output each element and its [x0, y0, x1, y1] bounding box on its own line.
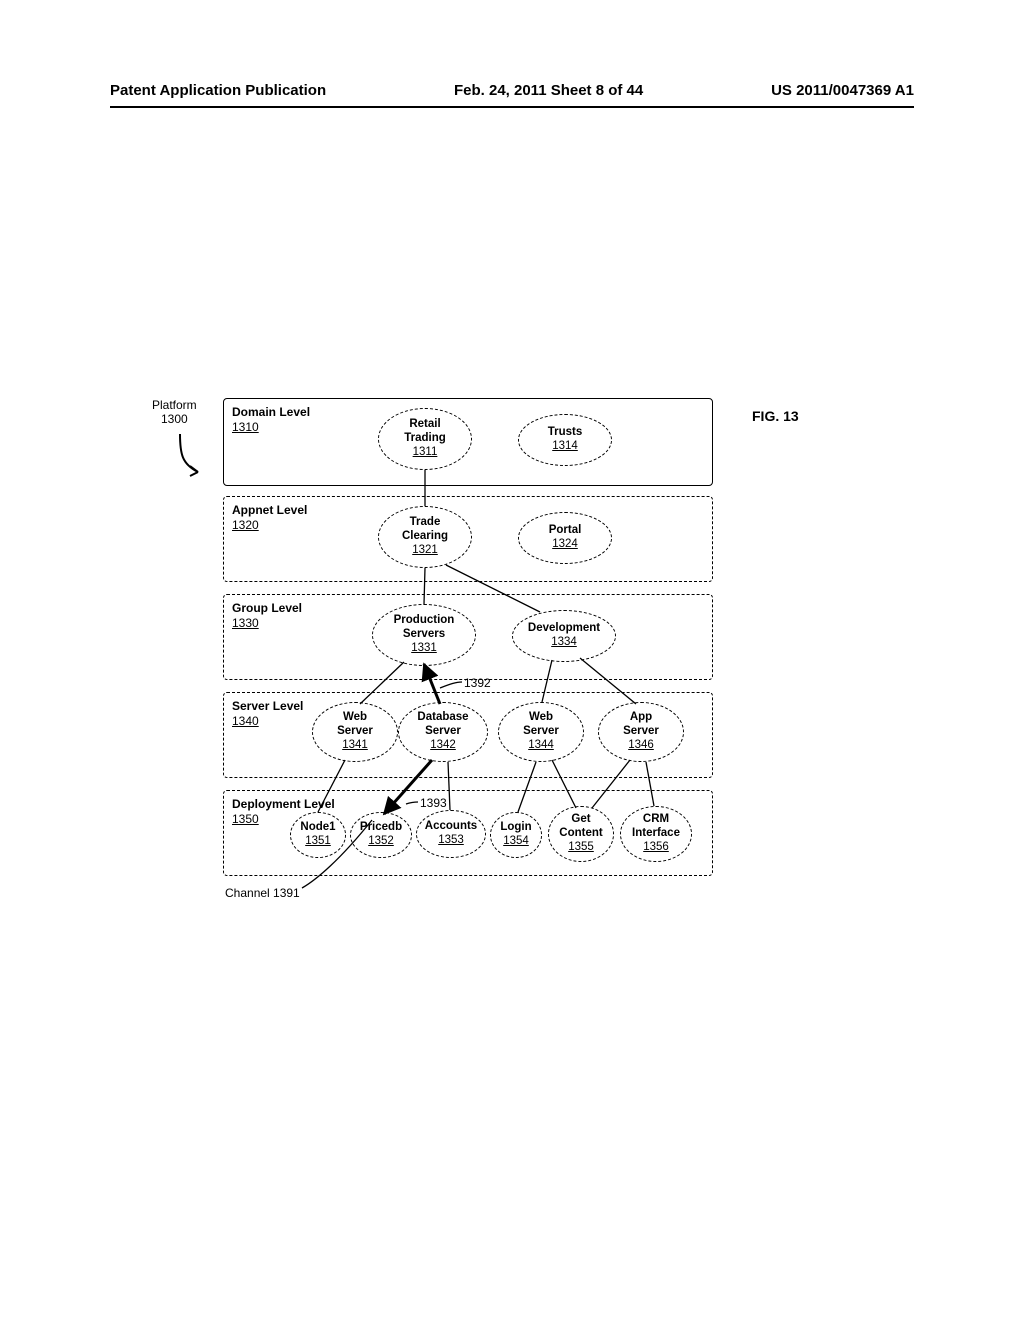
group-level-title: Group Level 1330: [232, 601, 302, 631]
node-label: Database: [417, 711, 468, 725]
platform-text: Platform: [152, 398, 197, 412]
node-trusts: Trusts 1314: [518, 414, 612, 466]
node-web-server-2: Web Server 1344: [498, 702, 584, 762]
figure-label: FIG. 13: [752, 408, 799, 424]
node-label: Node1: [300, 821, 335, 835]
header-rule: [110, 106, 914, 108]
node-label: Clearing: [402, 530, 448, 544]
node-num: 1354: [503, 835, 529, 849]
node-label: Accounts: [425, 820, 477, 834]
node-num: 1334: [551, 636, 577, 650]
domain-level-num: 1310: [232, 420, 259, 434]
node-label: Production: [394, 614, 455, 628]
node-pricedb: Pricedb 1352: [350, 812, 412, 858]
node-label: CRM: [643, 813, 669, 827]
node-num: 1355: [568, 841, 594, 855]
server-level-num: 1340: [232, 714, 259, 728]
node-label: Web: [529, 711, 553, 725]
channel-1391-label: Channel 1391: [225, 886, 300, 900]
domain-level-name: Domain Level: [232, 405, 310, 419]
group-level-num: 1330: [232, 616, 259, 630]
node-label: Server: [425, 725, 461, 739]
node-label: Server: [337, 725, 373, 739]
node-retail-trading: Retail Trading 1311: [378, 408, 472, 470]
header-center: Feb. 24, 2011 Sheet 8 of 44: [454, 82, 643, 99]
node-development: Development 1334: [512, 610, 616, 662]
node-label: Servers: [403, 628, 445, 642]
appnet-level-title: Appnet Level 1320: [232, 503, 307, 533]
appnet-level-name: Appnet Level: [232, 503, 307, 517]
node-label: Portal: [549, 524, 582, 538]
node-num: 1356: [643, 841, 669, 855]
node-label: Pricedb: [360, 821, 402, 835]
node-num: 1352: [368, 835, 394, 849]
node-trade-clearing: Trade Clearing 1321: [378, 506, 472, 568]
node-label: Development: [528, 622, 600, 636]
header-right: US 2011/0047369 A1: [771, 82, 914, 99]
node-database-server: Database Server 1342: [398, 702, 488, 762]
node-label: Retail: [409, 418, 440, 432]
node-num: 1324: [552, 538, 578, 552]
server-level-title: Server Level 1340: [232, 699, 303, 729]
node-production-servers: Production Servers 1331: [372, 604, 476, 666]
callout-1392: 1392: [464, 676, 491, 690]
node-label: Content: [559, 827, 602, 841]
node-crm-interface: CRM Interface 1356: [620, 806, 692, 862]
node-login: Login 1354: [490, 812, 542, 858]
node-num: 1331: [411, 642, 437, 656]
node-label: Trade: [410, 516, 441, 530]
node-label: Server: [523, 725, 559, 739]
platform-label: Platform 1300: [152, 398, 197, 427]
deployment-level-name: Deployment Level: [232, 797, 335, 811]
domain-level-title: Domain Level 1310: [232, 405, 310, 435]
platform-arrow-icon: [168, 432, 208, 480]
node-label: App: [630, 711, 652, 725]
node-label: Server: [623, 725, 659, 739]
node-num: 1321: [412, 544, 438, 558]
node-app-server: App Server 1346: [598, 702, 684, 762]
node-label: Trusts: [548, 426, 583, 440]
node-label: Login: [500, 821, 531, 835]
node-label: Trading: [404, 432, 446, 446]
node-num: 1341: [342, 739, 368, 753]
node-num: 1342: [430, 739, 456, 753]
appnet-level-num: 1320: [232, 518, 259, 532]
node-portal: Portal 1324: [518, 512, 612, 564]
node-num: 1311: [413, 446, 438, 460]
page-header: Patent Application Publication Feb. 24, …: [0, 82, 1024, 99]
node-get-content: Get Content 1355: [548, 806, 614, 862]
node-num: 1346: [628, 739, 654, 753]
header-left: Patent Application Publication: [110, 82, 326, 99]
group-level-name: Group Level: [232, 601, 302, 615]
server-level-name: Server Level: [232, 699, 303, 713]
callout-1393: 1393: [420, 796, 447, 810]
node-label: Get: [571, 813, 590, 827]
deployment-level-num: 1350: [232, 812, 259, 826]
node-label: Interface: [632, 827, 680, 841]
node-num: 1351: [305, 835, 331, 849]
platform-num: 1300: [152, 412, 197, 426]
node-accounts: Accounts 1353: [416, 810, 486, 858]
node-num: 1344: [528, 739, 554, 753]
node-num: 1314: [552, 440, 578, 454]
node-node1: Node1 1351: [290, 812, 346, 858]
node-web-server-1: Web Server 1341: [312, 702, 398, 762]
node-num: 1353: [438, 834, 464, 848]
node-label: Web: [343, 711, 367, 725]
